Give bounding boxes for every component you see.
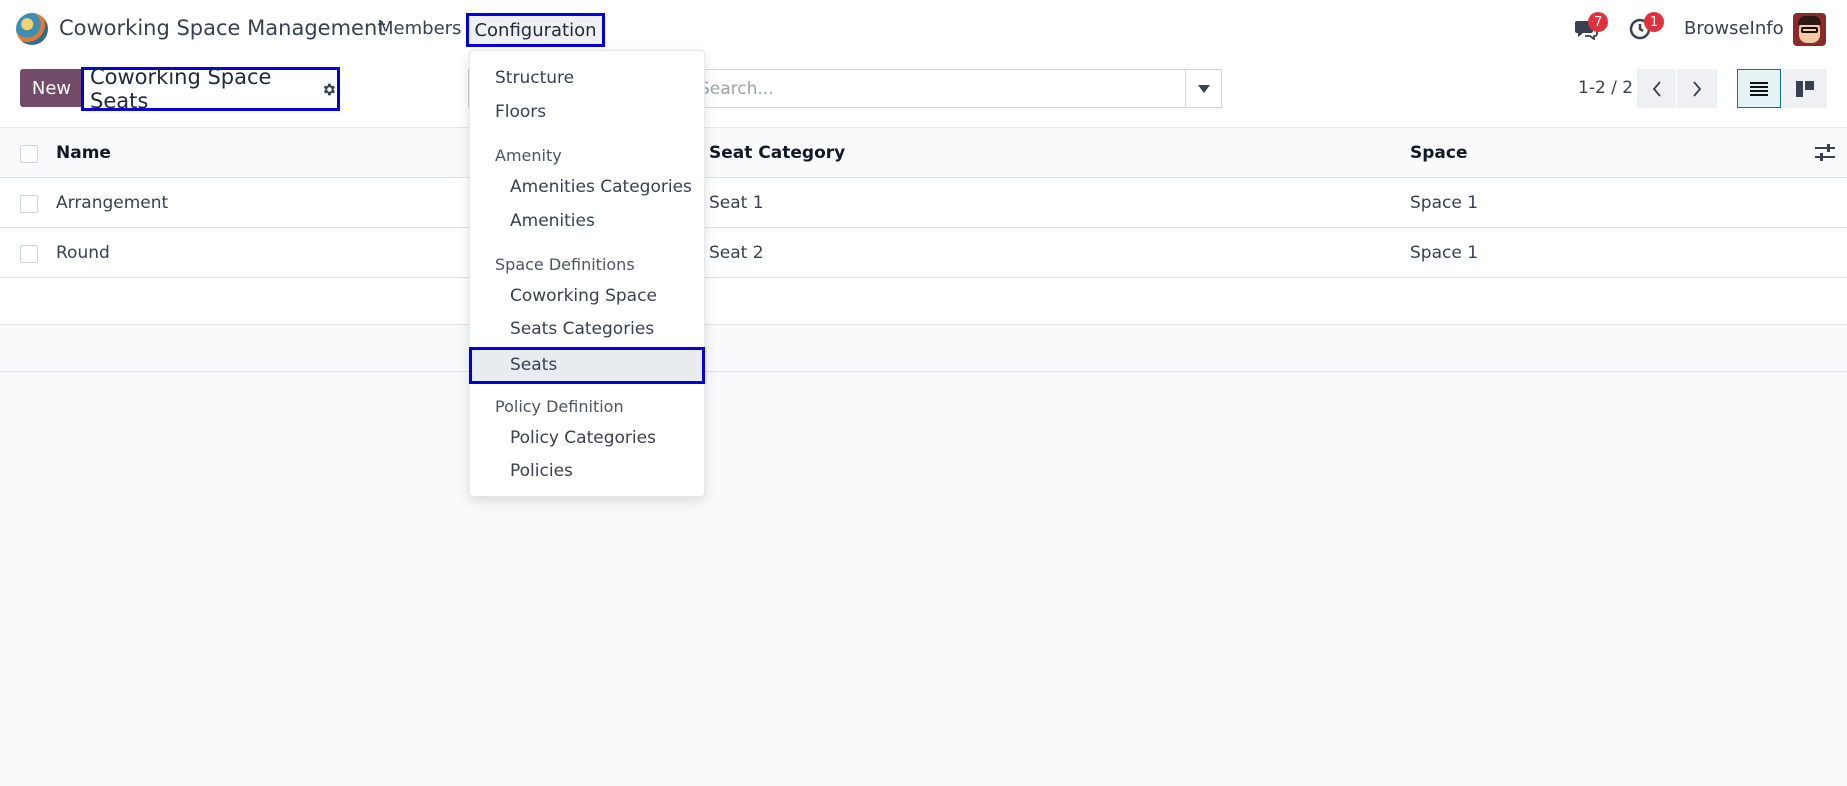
kanban-view-button[interactable] (1783, 69, 1827, 108)
menu-section-space-definitions: Space Definitions (495, 255, 635, 274)
cell-space: Space 1 (1410, 193, 1479, 213)
cell-space: Space 1 (1410, 243, 1479, 263)
column-header-seat-category[interactable]: Seat Category (709, 143, 845, 163)
menu-item-floors[interactable]: Floors (495, 102, 546, 122)
menu-section-amenity: Amenity (495, 146, 562, 165)
caret-down-icon (1197, 84, 1210, 93)
kanban-view-icon (1796, 80, 1814, 97)
table-row[interactable]: Round Seat 2 Space 1 (0, 228, 1847, 278)
empty-row (0, 278, 1847, 325)
menu-item-seats-categories[interactable]: Seats Categories (510, 319, 654, 339)
menu-members[interactable]: Members (378, 18, 461, 39)
menu-item-policies[interactable]: Policies (510, 461, 573, 481)
cell-seat-category: Seat 1 (709, 193, 764, 213)
column-header-name[interactable]: Name (56, 143, 111, 163)
menu-configuration[interactable]: Configuration (466, 13, 605, 47)
menu-item-amenities[interactable]: Amenities (510, 211, 595, 231)
column-header-space[interactable]: Space (1410, 143, 1468, 163)
row-checkbox[interactable] (20, 245, 38, 263)
menu-item-amenities-categories[interactable]: Amenities Categories (510, 177, 692, 197)
table-header: Name Seat Category Space (0, 128, 1847, 178)
chevron-left-icon (1652, 80, 1661, 97)
menu-item-seats[interactable]: Seats (469, 347, 705, 384)
app-logo-icon[interactable] (16, 13, 48, 45)
pager-value[interactable]: 1-2 / 2 (1578, 78, 1633, 98)
menu-item-seats-label: Seats (510, 355, 558, 375)
chevron-right-icon (1693, 80, 1702, 97)
row-checkbox[interactable] (20, 195, 38, 213)
gear-icon[interactable] (321, 81, 337, 98)
breadcrumb: Coworking Space Seats (81, 65, 340, 113)
table-row[interactable]: Arrangement Seat 1 Space 1 (0, 178, 1847, 228)
new-button[interactable]: New (20, 69, 83, 107)
cell-seat-category: Seat 2 (709, 243, 764, 263)
list-view-button[interactable] (1737, 69, 1781, 108)
menu-item-policy-categories[interactable]: Policy Categories (510, 428, 656, 448)
cell-name: Round (56, 243, 110, 263)
company-switcher[interactable]: BrowseInfo (1684, 18, 1784, 39)
page-title: Coworking Space Seats (90, 65, 272, 113)
pager-previous-button[interactable] (1637, 69, 1677, 108)
menu-section-policy-definition: Policy Definition (495, 397, 624, 416)
menu-item-structure[interactable]: Structure (495, 68, 574, 88)
search-options-toggle[interactable] (1185, 70, 1221, 107)
optional-columns-icon[interactable] (1815, 144, 1835, 162)
messages-badge: 7 (1588, 12, 1609, 32)
activities-badge: 1 (1644, 12, 1665, 32)
avatar-hair (1798, 16, 1821, 25)
top-navbar: Coworking Space Management Members Confi… (0, 0, 1847, 58)
user-avatar[interactable] (1793, 13, 1826, 46)
cell-name: Arrangement (56, 193, 169, 213)
configuration-dropdown-menu: Structure Floors Amenity Amenities Categ… (469, 50, 705, 497)
empty-row (0, 325, 1847, 372)
list-view-icon (1750, 81, 1768, 96)
menu-item-coworking-space[interactable]: Coworking Space (510, 286, 657, 306)
pager-next-button[interactable] (1677, 69, 1717, 108)
select-all-checkbox[interactable] (20, 145, 38, 163)
app-title[interactable]: Coworking Space Management (59, 16, 385, 40)
avatar-glasses (1801, 27, 1818, 33)
